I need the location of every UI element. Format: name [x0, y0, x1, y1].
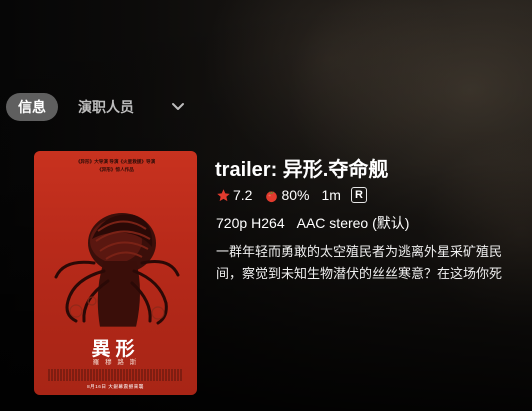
poster-image[interactable]: 《异形》大导演 导演《火星救援》导演 《异形》惊人作品 異形 羅 穆 路 斯 8…	[34, 151, 197, 395]
poster-credit-line: 《异形》惊人作品	[97, 167, 134, 172]
star-icon	[216, 188, 231, 203]
more-tabs-button[interactable]	[168, 93, 188, 121]
tomato-icon	[264, 188, 279, 203]
poster-release-date: 8月16日 大銀幕震撼來襲	[87, 384, 144, 389]
poster-subtitle: 羅 穆 路 斯	[92, 359, 139, 366]
overview-line: 间，察觉到未知生物潜伏的丝丝寒意？在这场你死	[216, 266, 503, 281]
chevron-down-icon	[172, 103, 184, 110]
media-info-row: 720p H264 AAC stereo (默认)	[216, 213, 409, 233]
audio-track: AAC stereo (默认)	[296, 215, 410, 231]
overview-line: 一群年轻而勇敢的太空殖民者为逃离外星采矿殖民	[216, 244, 503, 259]
parental-rating-badge: R	[350, 187, 367, 203]
video-codec: H264	[251, 215, 285, 231]
community-rating: 7.2	[233, 187, 253, 203]
ratings-row: 7.2 80% 1m R	[216, 184, 367, 206]
media-details-screen: 信息 演职人员 《异形》大导演 导演《火星救援》导演 《异形》惊人作品 異形 羅…	[0, 0, 532, 411]
runtime: 1m	[321, 187, 341, 203]
poster-billing-block	[48, 369, 183, 381]
critic-rating: 80%	[281, 187, 310, 203]
video-resolution: 720p	[216, 215, 248, 231]
detail-tabs: 信息 演职人员	[6, 93, 188, 121]
media-title: trailer: 异形.夺命舰	[215, 159, 389, 181]
tab-info[interactable]: 信息	[6, 93, 58, 121]
poster-credit-line: 《异形》大导演 导演《火星救援》导演	[75, 159, 156, 164]
overview-text: 一群年轻而勇敢的太空殖民者为逃离外星采矿殖民 间，察觉到未知生物潜伏的丝丝寒意？…	[216, 241, 532, 285]
tab-cast[interactable]: 演职人员	[66, 93, 146, 121]
